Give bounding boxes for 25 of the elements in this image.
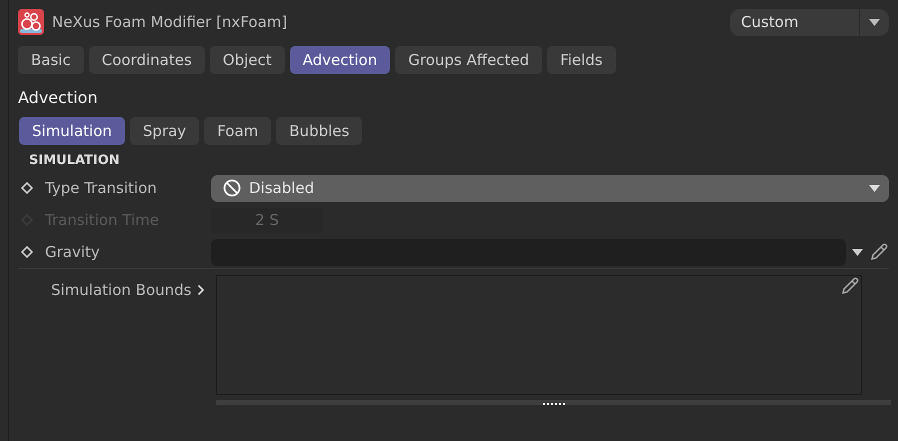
tab[interactable]: Object <box>210 46 285 74</box>
section-title: Advection <box>18 88 99 107</box>
subtab[interactable]: Simulation <box>19 117 125 145</box>
chevron-right-icon[interactable] <box>196 284 204 296</box>
tab[interactable]: Groups Affected <box>395 46 542 74</box>
caret-icon <box>869 184 880 192</box>
tab[interactable]: Basic <box>18 46 84 74</box>
prohibited-icon <box>223 179 241 197</box>
parameter-label: Type Transition <box>45 179 157 197</box>
resize-handle[interactable] <box>216 400 891 405</box>
subtab[interactable]: Foam <box>204 117 272 145</box>
type-dropdown[interactable]: Disabled <box>211 174 889 202</box>
caret-icon[interactable] <box>852 248 863 256</box>
tab[interactable]: Fields <box>547 46 616 74</box>
caret-icon <box>869 18 880 26</box>
preset-dropdown[interactable]: Custom <box>730 8 889 36</box>
subtab[interactable]: Bubbles <box>276 117 362 145</box>
tab[interactable]: Coordinates <box>88 46 205 74</box>
tab[interactable]: Advection <box>290 46 390 74</box>
bubbles-icon <box>18 9 44 35</box>
parameter-label: Gravity <box>45 243 100 261</box>
parameter-label: Simulation Bounds <box>51 281 192 299</box>
subtab[interactable]: Spray <box>130 117 200 145</box>
object-title: NeXus Foam Modifier [nxFoam] <box>52 13 288 31</box>
group-title: SIMULATION <box>29 153 121 168</box>
